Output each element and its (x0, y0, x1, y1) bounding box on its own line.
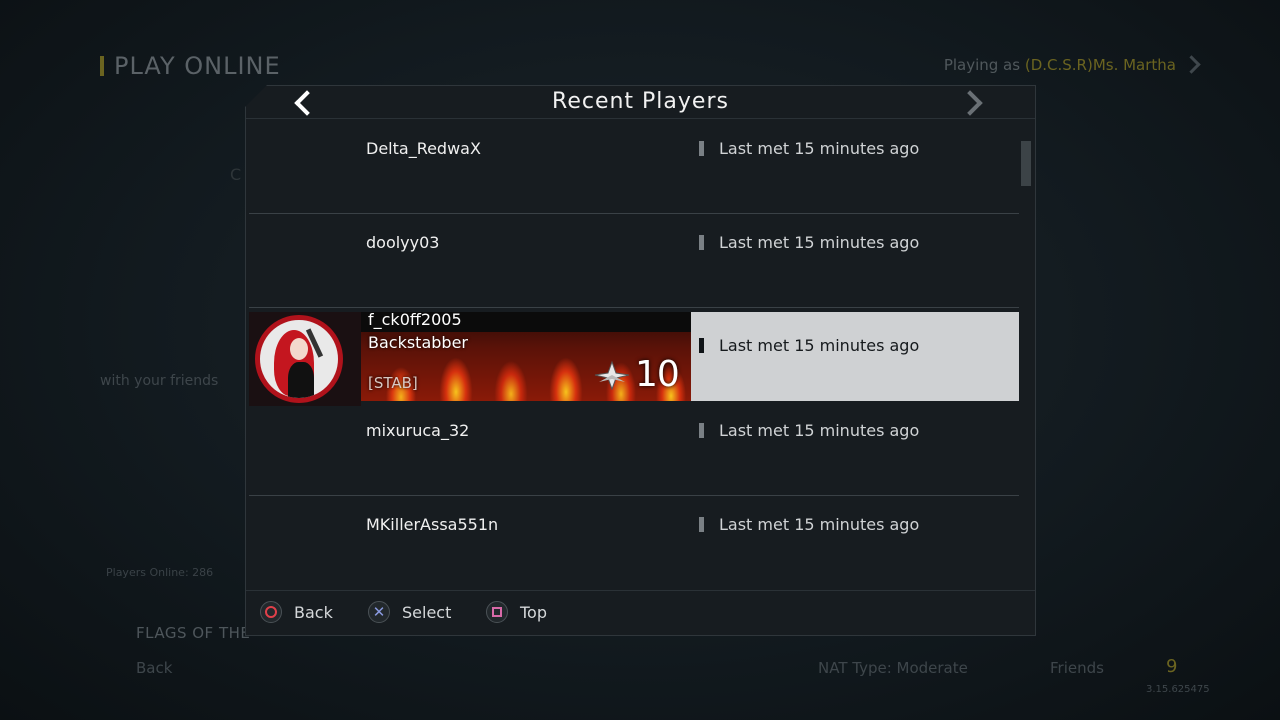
rank-number: 10 (635, 354, 680, 395)
last-met: Last met 15 minutes ago (719, 421, 920, 440)
selected-row-highlight: Last met 15 minutes ago (691, 312, 1019, 401)
top-button[interactable]: Top (486, 601, 547, 623)
back-button[interactable]: Back (260, 601, 333, 623)
circle-button-icon (260, 601, 282, 623)
background-friends-label: Friends (1050, 659, 1104, 677)
player-row[interactable]: MKillerAssa551n Last met 15 minutes ago (249, 495, 1019, 586)
dialog-title: Recent Players (552, 89, 729, 114)
playing-as-prefix: Playing as (943, 56, 1025, 74)
last-met: Last met 15 minutes ago (719, 139, 920, 158)
player-row[interactable]: Delta_RedwaX Last met 15 minutes ago (249, 119, 1019, 214)
player-row[interactable]: mixuruca_32 Last met 15 minutes ago (249, 401, 1019, 496)
nat-type: NAT Type: Moderate (818, 659, 968, 677)
version-label: 3.15.625475 (1146, 684, 1210, 695)
last-met: Last met 15 minutes ago (719, 336, 920, 355)
square-button-icon (486, 601, 508, 623)
background-back-label: Back (136, 659, 173, 677)
row-marker (699, 423, 704, 438)
player-name: doolyy03 (366, 233, 440, 252)
background-friends-text: with your friends (100, 373, 219, 389)
dialog-footer: Back ✕ Select Top (246, 590, 1035, 635)
player-name: f_ck0ff2005 (368, 310, 462, 329)
recent-players-dialog: Recent Players Delta_RedwaX Last met 15 … (245, 85, 1036, 636)
background-fragment: C (230, 165, 242, 184)
playing-as[interactable]: Playing as (D.C.S.R)Ms. Martha (944, 56, 1176, 74)
player-row[interactable]: doolyy03 Last met 15 minutes ago (249, 213, 1019, 308)
calling-card: f_ck0ff2005 Backstabber [STAB] 10 (361, 310, 691, 401)
select-button[interactable]: ✕ Select (368, 601, 451, 623)
player-name: Delta_RedwaX (366, 139, 481, 158)
page-title: PLAY ONLINE (100, 52, 281, 80)
player-title: Backstabber (368, 333, 468, 352)
row-marker (699, 235, 704, 250)
player-emblem (249, 312, 361, 406)
back-label: Back (294, 602, 333, 622)
select-label: Select (402, 602, 452, 622)
rank-icon (594, 360, 630, 390)
friends-count: 9 (1166, 656, 1178, 677)
dialog-header: Recent Players (246, 86, 1035, 119)
row-marker (699, 338, 704, 353)
top-label: Top (520, 602, 547, 622)
scrollbar[interactable] (1021, 141, 1031, 186)
players-online: Players Online: 286 (106, 566, 214, 579)
emblem-icon (255, 315, 343, 403)
player-list: Delta_RedwaX Last met 15 minutes ago doo… (249, 119, 1019, 586)
last-met: Last met 15 minutes ago (719, 515, 920, 534)
last-met: Last met 15 minutes ago (719, 233, 920, 252)
player-name: mixuruca_32 (366, 421, 470, 440)
player-row-selected[interactable]: f_ck0ff2005 Backstabber [STAB] 10 Last m… (249, 307, 1019, 406)
background-flags-text: FLAGS OF THE (136, 624, 251, 642)
playing-as-name: (D.C.S.R)Ms. Martha (1024, 56, 1176, 74)
row-marker (699, 141, 704, 156)
player-name: MKillerAssa551n (366, 515, 499, 534)
chevron-right-icon[interactable] (1182, 55, 1201, 74)
clan-tag: [STAB] (368, 374, 418, 392)
cross-button-icon: ✕ (368, 601, 390, 623)
row-marker (699, 517, 704, 532)
